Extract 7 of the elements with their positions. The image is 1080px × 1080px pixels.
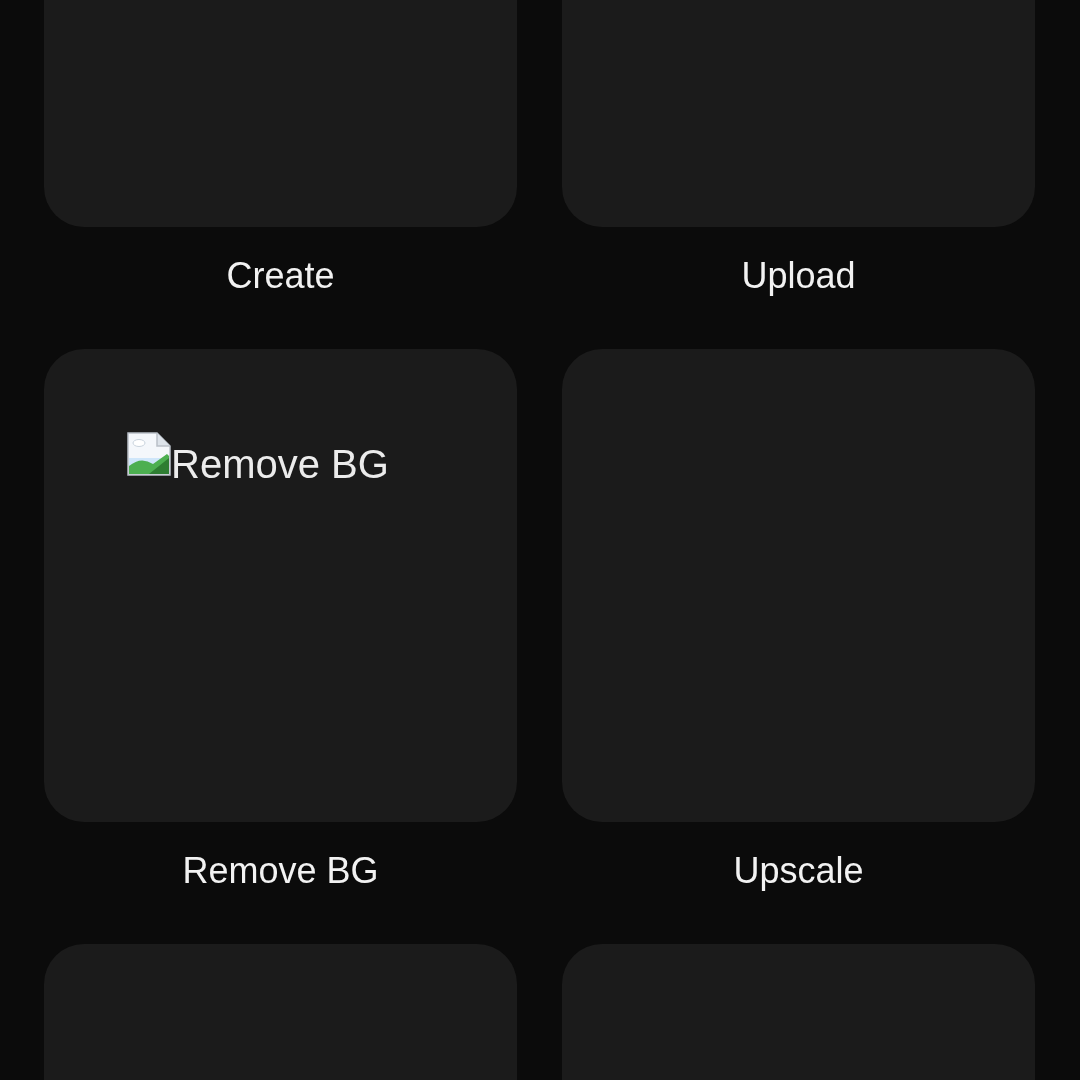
tile-label: Upscale [733, 850, 864, 892]
image-alt-text: Remove BG [171, 444, 389, 484]
tile-card[interactable]: Remove BG [44, 349, 517, 822]
tile-label: Upload [741, 255, 856, 297]
tile-label: Create [226, 255, 335, 297]
broken-image-icon [127, 432, 171, 476]
tile-label: Remove BG [182, 850, 379, 892]
